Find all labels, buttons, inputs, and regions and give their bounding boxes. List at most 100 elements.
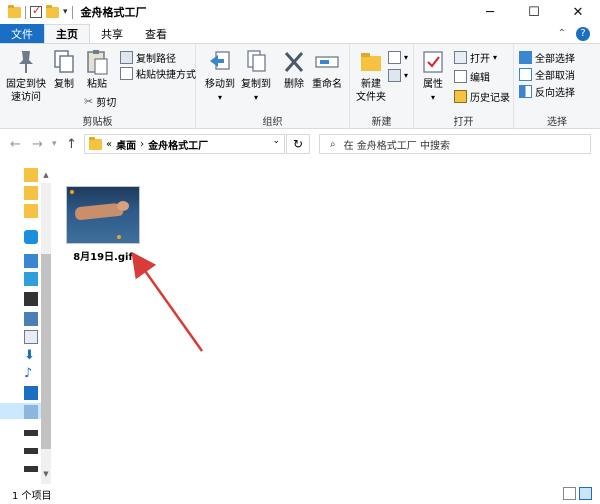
- address-dropdown-icon[interactable]: ⌄: [272, 136, 280, 146]
- item-count: 1 个项目: [12, 490, 52, 502]
- group-label-clipboard: 剪贴板: [82, 117, 113, 128]
- group-label-open: 打开: [453, 117, 474, 128]
- folder-icon: [8, 4, 21, 18]
- rename-button[interactable]: 重命名: [310, 47, 344, 91]
- cat-head-shape: [117, 201, 129, 211]
- quick-access-dropdown-icon[interactable]: ▾: [63, 7, 68, 17]
- select-none-button[interactable]: 全部取消: [519, 67, 575, 82]
- nav-videos-icon[interactable]: [24, 292, 38, 306]
- copy-path-button[interactable]: 复制路径: [120, 50, 176, 65]
- edit-button[interactable]: 编辑: [454, 69, 490, 84]
- nav-desktop-icon[interactable]: [24, 386, 38, 400]
- move-to-icon: [206, 47, 234, 77]
- back-arrow-icon[interactable]: ←: [10, 137, 21, 152]
- copy-to-icon: [242, 47, 270, 77]
- paste-icon: [83, 47, 111, 77]
- history-button[interactable]: 历史记录: [454, 89, 510, 104]
- nav-drive-icon[interactable]: [24, 466, 38, 472]
- nav-folder-icon[interactable]: [24, 186, 38, 200]
- rename-icon: [313, 47, 341, 77]
- group-label-new: 新建: [371, 117, 392, 128]
- new-folder-icon[interactable]: [46, 4, 59, 18]
- expand-ribbon-icon[interactable]: ⌃: [558, 28, 566, 39]
- nav-this-pc-icon[interactable]: [24, 254, 38, 268]
- separator: [25, 5, 26, 19]
- copy-button[interactable]: 复制: [50, 47, 78, 91]
- close-button[interactable]: ✕: [556, 0, 600, 24]
- nav-scrollbar-thumb[interactable]: [41, 254, 51, 449]
- refresh-button[interactable]: ↻: [286, 134, 310, 154]
- properties-check-icon[interactable]: [30, 4, 42, 18]
- copy-to-button[interactable]: 复制到 ▾: [240, 47, 272, 104]
- quick-access-toolbar: ▾: [0, 4, 73, 19]
- search-input[interactable]: ⌕ 在 金舟格式工厂 中搜索: [319, 134, 591, 154]
- delete-x-icon: [280, 47, 308, 77]
- select-none-icon: [519, 68, 532, 81]
- separator: [71, 5, 73, 19]
- nav-windows-drive-icon[interactable]: [24, 405, 38, 419]
- easy-access-button[interactable]: ▾: [388, 68, 408, 83]
- maximize-button[interactable]: ☐: [512, 0, 556, 24]
- easy-access-icon: [388, 69, 401, 82]
- invert-selection-button[interactable]: 反向选择: [519, 84, 575, 99]
- address-bar[interactable]: « 桌面 › 金舟格式工厂 ⌄: [84, 134, 285, 154]
- tab-view[interactable]: 查看: [134, 24, 178, 43]
- search-icon: ⌕: [330, 138, 336, 150]
- nav-documents-icon[interactable]: [24, 330, 38, 344]
- file-item[interactable]: 8月19日.gif: [66, 186, 144, 263]
- group-clipboard: 固定到快 速访问 复制 粘贴 复制路径 粘贴快捷方式 ✂ 剪切 剪贴板: [0, 44, 196, 130]
- breadcrumb-folder[interactable]: 金舟格式工厂: [148, 137, 208, 152]
- nav-scroll-up-icon[interactable]: ▲: [41, 171, 51, 179]
- tab-share[interactable]: 共享: [90, 24, 134, 43]
- nav-pictures-icon[interactable]: [24, 312, 38, 326]
- paste-shortcut-button[interactable]: 粘贴快捷方式: [120, 66, 196, 81]
- large-icons-view-icon[interactable]: [579, 487, 592, 500]
- cut-button[interactable]: ✂ 剪切: [84, 94, 116, 109]
- select-all-icon: [519, 51, 532, 64]
- nav-drive-icon[interactable]: [24, 448, 38, 454]
- details-view-icon[interactable]: [563, 487, 576, 500]
- tab-file[interactable]: 文件: [0, 24, 44, 43]
- delete-button[interactable]: 删除: [282, 47, 306, 91]
- group-label-select: 选择: [547, 117, 567, 128]
- gif-thumbnail: [66, 186, 140, 244]
- nav-3d-objects-icon[interactable]: [24, 272, 38, 286]
- file-name: 8月19日.gif: [73, 252, 133, 263]
- select-all-button[interactable]: 全部选择: [519, 50, 575, 65]
- minimize-button[interactable]: ─: [468, 0, 512, 24]
- new-item-button[interactable]: ▾: [388, 50, 408, 65]
- file-list: 8月19日.gif: [52, 159, 600, 484]
- pin-icon: [12, 47, 40, 77]
- recent-dropdown-icon[interactable]: ▾: [52, 139, 57, 149]
- breadcrumb-desktop[interactable]: 桌面: [116, 137, 136, 152]
- window-title: 金舟格式工厂: [80, 6, 147, 19]
- folder-icon: [89, 136, 102, 150]
- nav-drive-icon[interactable]: [24, 430, 38, 436]
- nav-downloads-icon[interactable]: ⬇: [24, 348, 38, 363]
- move-to-button[interactable]: 移动到 ▾: [204, 47, 236, 104]
- copy-path-icon: [120, 51, 133, 64]
- nav-scroll-down-icon[interactable]: ▼: [41, 470, 51, 478]
- nav-cloud-icon[interactable]: [24, 230, 38, 244]
- scissors-icon: ✂: [84, 95, 94, 108]
- title-bar: ▾ 金舟格式工厂 ─ ☐ ✕: [0, 0, 600, 24]
- nav-music-icon[interactable]: ♪: [24, 366, 38, 381]
- history-icon: [454, 90, 467, 103]
- new-folder-button[interactable]: 新建 文件夹: [354, 47, 388, 104]
- tab-home[interactable]: 主页: [44, 24, 90, 43]
- gif-badge-icon: [117, 235, 121, 239]
- paste-button[interactable]: 粘贴: [82, 47, 112, 91]
- up-arrow-icon[interactable]: ↑: [66, 137, 77, 152]
- properties-icon: [419, 47, 447, 77]
- properties-button[interactable]: 属性 ▾: [418, 47, 448, 104]
- address-row: ← → ▾ ↑ « 桌面 › 金舟格式工厂 ⌄ ↻ ⌕ 在 金舟格式工厂 中搜索: [0, 129, 600, 159]
- red-arrow-line: [131, 251, 204, 352]
- group-open: 属性 ▾ 打开 ▾ 编辑 历史记录 打开: [414, 44, 514, 130]
- open-button[interactable]: 打开 ▾: [454, 50, 497, 65]
- pin-quick-access-button[interactable]: 固定到快 速访问: [4, 47, 48, 104]
- nav-folder-icon[interactable]: [24, 204, 38, 218]
- nav-folder-icon[interactable]: [24, 168, 38, 182]
- group-select: 全部选择 全部取消 反向选择 选择: [514, 44, 600, 130]
- help-icon[interactable]: ?: [576, 26, 590, 41]
- forward-arrow-icon[interactable]: →: [32, 137, 43, 152]
